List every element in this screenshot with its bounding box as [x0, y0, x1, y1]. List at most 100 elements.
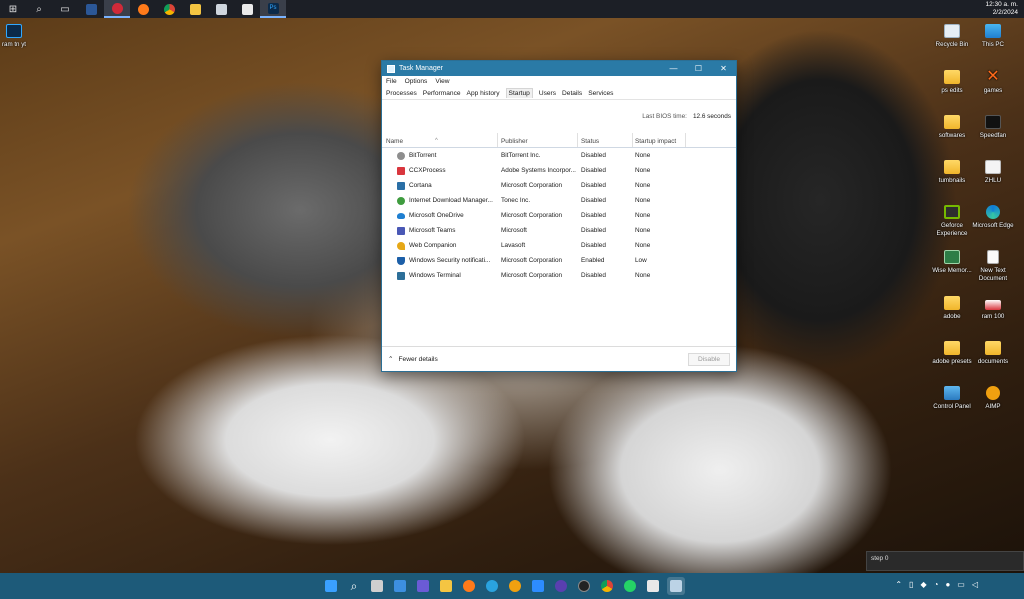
- calendar-icon[interactable]: [234, 0, 260, 18]
- tab-services[interactable]: Services: [588, 90, 613, 97]
- widgets-icon[interactable]: [391, 577, 409, 595]
- row-name: Windows Security notificati...: [409, 257, 491, 264]
- monitor-icon[interactable]: ▭: [957, 580, 965, 589]
- task-manager-icon[interactable]: [667, 577, 685, 595]
- tab-bar: Processes Performance App history Startu…: [382, 87, 736, 100]
- tablet-icon[interactable]: ▯: [909, 580, 913, 589]
- desktop-icon-games[interactable]: ✕ games: [966, 68, 1020, 95]
- table-row[interactable]: Windows Terminal Microsoft Corporation D…: [382, 269, 736, 284]
- tab-processes[interactable]: Processes: [386, 90, 417, 97]
- table-row[interactable]: BitTorrent BitTorrent Inc. Disabled None: [382, 149, 736, 164]
- dropbox-icon[interactable]: ◆: [920, 580, 926, 589]
- table-row[interactable]: Microsoft OneDrive Microsoft Corporation…: [382, 209, 736, 224]
- task-view-icon[interactable]: ▭: [52, 0, 78, 18]
- column-status[interactable]: Status: [581, 138, 599, 145]
- menu-options[interactable]: Options: [405, 78, 428, 85]
- desktop-icon-ram-tn-yt[interactable]: ram tn yt: [0, 24, 41, 49]
- column-startup-impact[interactable]: Startup impact: [635, 138, 676, 145]
- row-impact: None: [635, 212, 651, 219]
- window-title: Task Manager: [399, 65, 443, 72]
- tab-performance[interactable]: Performance: [423, 90, 461, 97]
- whatsapp-icon[interactable]: [621, 577, 639, 595]
- table-row[interactable]: Web Companion Lavasoft Disabled None: [382, 239, 736, 254]
- firefox-icon[interactable]: [130, 0, 156, 18]
- chrome-icon[interactable]: [156, 0, 182, 18]
- menu-file[interactable]: File: [386, 78, 397, 85]
- fewer-details-toggle[interactable]: ⌃ Fewer details: [388, 355, 438, 364]
- desktop-icon-zhlu[interactable]: ZHLU: [966, 160, 1020, 185]
- volume-icon[interactable]: ◁: [972, 580, 978, 589]
- desktop-icon-documents[interactable]: documents: [966, 341, 1020, 366]
- table-row[interactable]: CCXProcess Adobe Systems Incorpor... Dis…: [382, 164, 736, 179]
- control-panel-icon: [944, 386, 960, 400]
- photoshop-icon[interactable]: Ps: [260, 0, 286, 18]
- table-row[interactable]: Windows Security notificati... Microsoft…: [382, 254, 736, 269]
- search-icon[interactable]: ⌕: [345, 577, 363, 595]
- desktop-icon-speedfan[interactable]: Speedfan: [966, 115, 1020, 140]
- opera-icon[interactable]: [104, 0, 130, 18]
- table-row[interactable]: Internet Download Manager... Tonec Inc. …: [382, 194, 736, 209]
- word-icon[interactable]: [78, 0, 104, 18]
- desktop-icon-aimp[interactable]: AIMP: [966, 386, 1020, 411]
- wifi-icon[interactable]: ◔: [934, 580, 939, 589]
- calendar-icon[interactable]: [644, 577, 662, 595]
- bios-time-label: Last BIOS time:: [642, 113, 687, 120]
- document-icon: [985, 160, 1001, 174]
- teams-icon: [397, 227, 405, 235]
- games-x-icon: ✕: [986, 68, 1000, 85]
- row-publisher: Microsoft: [501, 227, 527, 234]
- minimize-button[interactable]: —: [661, 64, 686, 73]
- zoom-icon[interactable]: [529, 577, 547, 595]
- column-name[interactable]: Name: [386, 138, 403, 145]
- vpn-icon[interactable]: [552, 577, 570, 595]
- disable-button[interactable]: Disable: [688, 352, 730, 366]
- table-row[interactable]: Cortana Microsoft Corporation Disabled N…: [382, 179, 736, 194]
- adobe-ccx-icon: [397, 167, 405, 175]
- step-tooltip: step 0: [866, 551, 1024, 571]
- maximize-button[interactable]: ☐: [686, 64, 711, 73]
- row-status: Disabled: [581, 212, 606, 219]
- system-clock[interactable]: 12:30 a. m. 2/2/2024: [985, 1, 1018, 17]
- clock-date: 2/2/2024: [992, 9, 1018, 16]
- tab-users[interactable]: Users: [539, 90, 556, 97]
- tab-details[interactable]: Details: [562, 90, 582, 97]
- recycle-bin-icon: [944, 24, 960, 38]
- desktop-icon-new-text-document[interactable]: New Text Document: [966, 250, 1020, 282]
- printer-icon[interactable]: [208, 0, 234, 18]
- windows-start-icon[interactable]: ⊞: [0, 0, 26, 18]
- aimp-icon[interactable]: [506, 577, 524, 595]
- file-explorer-icon[interactable]: [182, 0, 208, 18]
- file-explorer-icon[interactable]: [437, 577, 455, 595]
- search-icon[interactable]: ⌕: [26, 0, 52, 18]
- desktop-icon-label: softwares: [938, 132, 966, 139]
- tab-app-history[interactable]: App history: [467, 90, 500, 97]
- desktop-icon-label: adobe: [943, 313, 961, 320]
- table-row[interactable]: Microsoft Teams Microsoft Disabled None: [382, 224, 736, 239]
- desktop-icon-label: Geforce Experience: [936, 222, 968, 237]
- firefox-icon[interactable]: [460, 577, 478, 595]
- mic-icon[interactable]: ●: [945, 580, 950, 589]
- column-publisher[interactable]: Publisher: [501, 138, 528, 145]
- windows-start-icon[interactable]: [322, 577, 340, 595]
- desktop-icon-ram-100[interactable]: ram 100: [966, 296, 1020, 321]
- teams-chat-icon[interactable]: [414, 577, 432, 595]
- title-bar[interactable]: Task Manager — ☐ ✕: [382, 61, 736, 76]
- task-manager-window: Task Manager — ☐ ✕ File Options View Pro…: [381, 60, 737, 372]
- folder-icon: [944, 115, 960, 129]
- row-publisher: Lavasoft: [501, 242, 526, 249]
- edge-icon: [986, 205, 1000, 219]
- row-name: Microsoft Teams: [409, 227, 456, 234]
- row-publisher: Microsoft Corporation: [501, 212, 563, 219]
- desktop-icon-this-pc[interactable]: This PC: [966, 24, 1020, 49]
- desktop-icon-edge[interactable]: Microsoft Edge: [966, 205, 1020, 230]
- menu-view[interactable]: View: [435, 78, 449, 85]
- task-view-icon[interactable]: [368, 577, 386, 595]
- close-button[interactable]: ✕: [711, 64, 736, 73]
- tab-startup[interactable]: Startup: [505, 88, 533, 98]
- telegram-icon[interactable]: [483, 577, 501, 595]
- speedfan-icon[interactable]: [575, 577, 593, 595]
- bottom-taskbar: ⌕ ⌃ ▯ ◆ ◔ ● ▭ ◁: [0, 573, 1024, 599]
- row-status: Disabled: [581, 227, 606, 234]
- chrome-icon[interactable]: [598, 577, 616, 595]
- chevron-up-icon[interactable]: ⌃: [895, 580, 902, 589]
